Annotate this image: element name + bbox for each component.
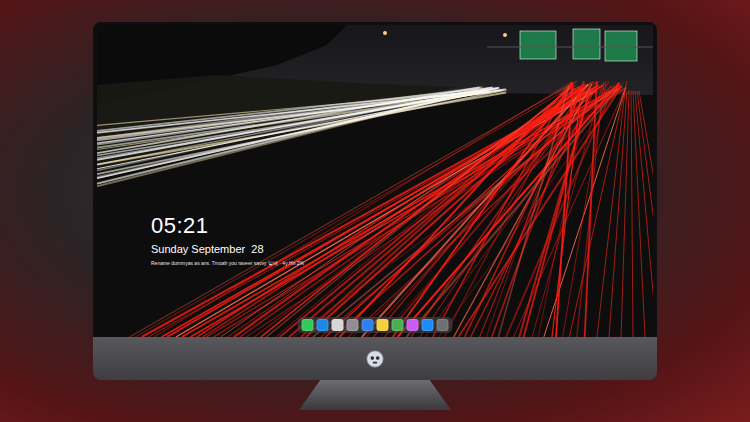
dock-app-icon[interactable]	[422, 319, 434, 331]
monitor-chin	[93, 337, 657, 380]
lock-info: 05:21 Sunday September 28 Rename dummyas…	[151, 213, 304, 266]
dock-app-icon[interactable]	[317, 319, 329, 331]
monitor-bezel: 05:21 Sunday September 28 Rename dummyas…	[93, 22, 657, 337]
brand-logo-icon	[366, 350, 384, 368]
dock-app-icon[interactable]	[377, 319, 389, 331]
dock-app-icon[interactable]	[392, 319, 404, 331]
monitor-stand	[299, 380, 451, 410]
clock-date: Sunday September 28	[151, 242, 304, 256]
clock-time: 05:21	[151, 213, 304, 238]
dock-app-icon[interactable]	[302, 319, 314, 331]
wallpaper-photo	[97, 25, 653, 337]
dock	[298, 317, 453, 333]
desktop-screen: 05:21 Sunday September 28 Rename dummyas…	[97, 25, 653, 337]
dock-app-icon[interactable]	[407, 319, 419, 331]
monitor: 05:21 Sunday September 28 Rename dummyas…	[0, 0, 750, 410]
dock-app-icon[interactable]	[362, 319, 374, 331]
dock-app-icon[interactable]	[437, 319, 449, 331]
dock-app-icon[interactable]	[332, 319, 344, 331]
dock-app-icon[interactable]	[347, 319, 359, 331]
lock-notice: Rename dummyas as ans. Tmoah you raveer …	[151, 260, 304, 267]
